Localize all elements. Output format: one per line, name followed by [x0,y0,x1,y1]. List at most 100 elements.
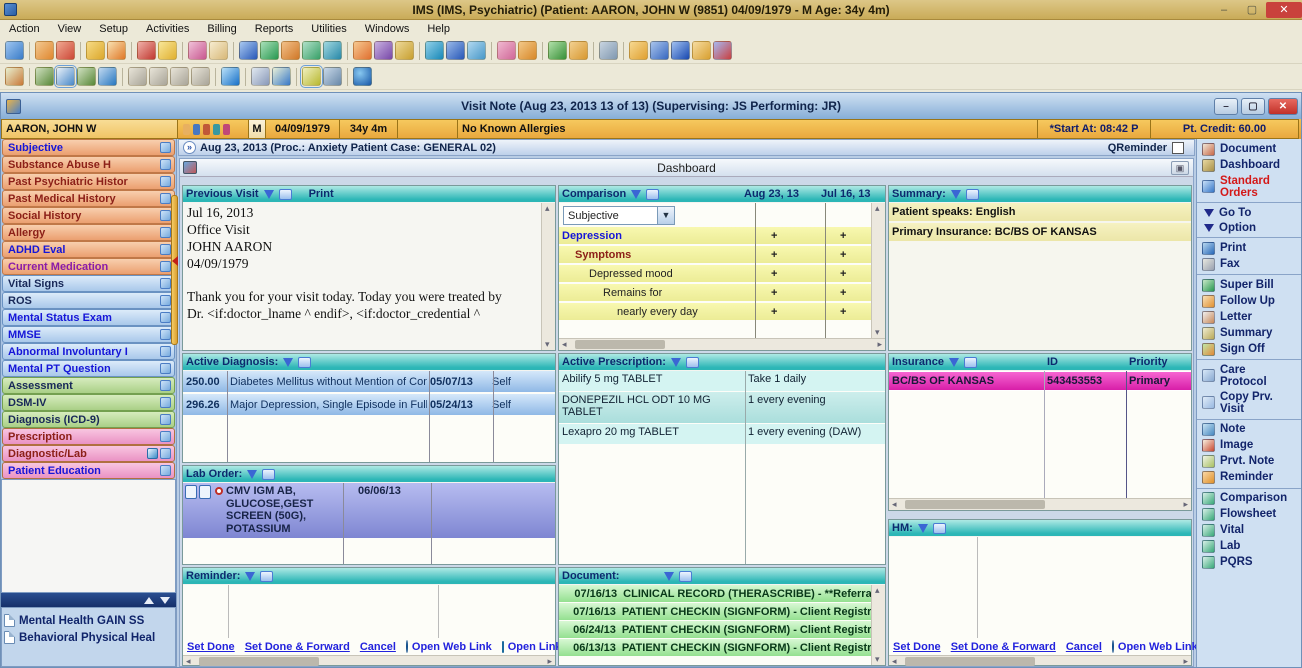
filter-icon[interactable] [950,189,961,199]
action-standard-orders[interactable]: Standard Orders [1197,173,1301,200]
action-super-bill[interactable]: Super Bill [1197,277,1301,293]
vertical-scrollbar[interactable] [871,203,885,338]
popout-icon[interactable] [278,188,292,200]
folder-user-icon[interactable] [518,41,537,60]
action-print[interactable]: Print [1197,240,1301,256]
action-private-note[interactable]: Prvt. Note [1197,454,1301,470]
scroll-down-icon[interactable] [160,596,170,604]
vn-maximize-button[interactable]: ▢ [1241,97,1265,115]
expand-icon[interactable] [160,261,171,272]
prescription-row[interactable]: Abilify 5 mg TABLET Take 1 daily [559,371,885,391]
send-icon[interactable] [98,67,117,86]
expand-icon[interactable] [160,363,171,374]
left-collapse-strip[interactable] [171,195,178,345]
form-mental-health-gain[interactable]: Mental Health GAIN SS [4,612,173,629]
action-flowsheet[interactable]: Flowsheet [1197,507,1301,523]
lab-order-row[interactable]: CMV IGM AB, GLUCOSE,GEST SCREEN (50G), P… [183,483,555,538]
lab-result-icon[interactable] [199,485,211,499]
exit-icon[interactable] [713,41,732,60]
horizontal-scrollbar[interactable] [559,338,885,350]
next-doc-icon[interactable] [77,67,96,86]
patient-alert-icon[interactable] [223,123,230,135]
document-row[interactable]: 07/16/13 CLINICAL RECORD (THERASCRIBE) -… [559,585,871,602]
forms-icon[interactable] [497,41,516,60]
group-icon[interactable] [302,41,321,60]
set-done-forward-link[interactable]: Set Done & Forward [245,641,350,653]
account-icon[interactable] [281,41,300,60]
collapse-chevron-icon[interactable]: » [183,141,196,154]
menu-view[interactable]: View [49,23,91,35]
lock-green-icon[interactable] [548,41,567,60]
filter-icon[interactable] [670,357,681,367]
refresh-icon[interactable] [221,67,240,86]
filter-icon[interactable] [917,523,928,533]
section-allergy[interactable]: Allergy [2,224,175,241]
action-go-to[interactable]: Go To [1197,205,1301,220]
patient-info-icon[interactable] [183,123,190,135]
cancel-link[interactable]: Cancel [360,641,396,653]
action-image[interactable]: Image [1197,438,1301,454]
action-care-protocol[interactable]: Care Protocol [1197,362,1301,389]
settings-icon[interactable] [323,67,342,86]
expand-icon[interactable] [160,431,171,442]
action-letter[interactable]: Letter [1197,309,1301,325]
section-mental-status-exam[interactable]: Mental Status Exam [2,309,175,326]
section-assessment[interactable]: Assessment [2,377,175,394]
patient-quick-icons[interactable] [178,119,249,139]
expand-icon[interactable] [160,448,171,459]
edit-visit-icon[interactable] [54,65,77,88]
popout-icon[interactable] [260,570,274,582]
section-past-psych-history[interactable]: Past Psychiatric Histor [2,173,175,190]
prev-record-icon[interactable] [149,67,168,86]
expand-icon[interactable] [160,176,171,187]
expand-icon[interactable] [160,210,171,221]
expand-icon[interactable] [160,142,171,153]
prescription-row[interactable]: DONEPEZIL HCL ODT 10 MG TABLET 1 every e… [559,392,885,423]
action-sign-off[interactable]: Sign Off [1197,341,1301,357]
horizontal-scrollbar[interactable] [889,655,1191,667]
patient-allergies[interactable]: No Known Allergies [458,119,1038,139]
action-summary[interactable]: Summary [1197,325,1301,341]
action-pqrs[interactable]: PQRS [1197,555,1301,571]
expand-icon[interactable] [160,346,171,357]
filter-icon[interactable] [948,357,959,367]
last-record-icon[interactable] [191,67,210,86]
card-icon[interactable] [188,41,207,60]
charges-icon[interactable] [260,41,279,60]
sidebar-scroll-bar[interactable] [1,593,176,607]
action-dashboard[interactable]: Dashboard [1197,157,1301,173]
filter-icon[interactable] [283,357,294,367]
cancel-link[interactable]: Cancel [1066,641,1102,653]
popout-icon[interactable] [679,570,693,582]
patient-chart-icon[interactable] [193,123,200,135]
popout-icon[interactable] [685,356,699,368]
action-option[interactable]: Option [1197,220,1301,235]
expand-icon[interactable] [160,465,171,476]
expand-icon[interactable] [160,414,171,425]
insurance-row[interactable]: BC/BS OF KANSAS 543453553 Primary [889,371,1191,391]
expand-icon[interactable] [160,244,171,255]
set-done-link[interactable]: Set Done [187,641,235,653]
chart-folder-icon[interactable] [86,41,105,60]
patient-icon[interactable] [5,41,24,60]
lock-gold-icon[interactable] [569,41,588,60]
lab-flask-icon[interactable] [158,41,177,60]
expand-icon[interactable] [160,227,171,238]
popout-icon[interactable] [298,356,312,368]
expand-icon[interactable] [160,329,171,340]
action-comparison[interactable]: Comparison [1197,491,1301,507]
section-abnormal-involuntary[interactable]: Abnormal Involuntary I [2,343,175,360]
browser-icon[interactable] [599,41,618,60]
menu-billing[interactable]: Billing [198,23,245,35]
cancel-circle-icon[interactable] [353,67,372,86]
filter-icon[interactable] [263,189,274,199]
menu-reports[interactable]: Reports [246,23,303,35]
open-web-link[interactable]: Open Web Link [1118,641,1198,653]
set-done-link[interactable]: Set Done [893,641,941,653]
action-lab[interactable]: Lab [1197,539,1301,555]
vertical-scrollbar[interactable] [871,585,885,665]
mail-icon[interactable] [629,41,648,60]
section-social-history[interactable]: Social History [2,207,175,224]
section-diagnosis-icd9[interactable]: Diagnosis (ICD-9) [2,411,175,428]
filter-icon[interactable] [631,189,642,199]
